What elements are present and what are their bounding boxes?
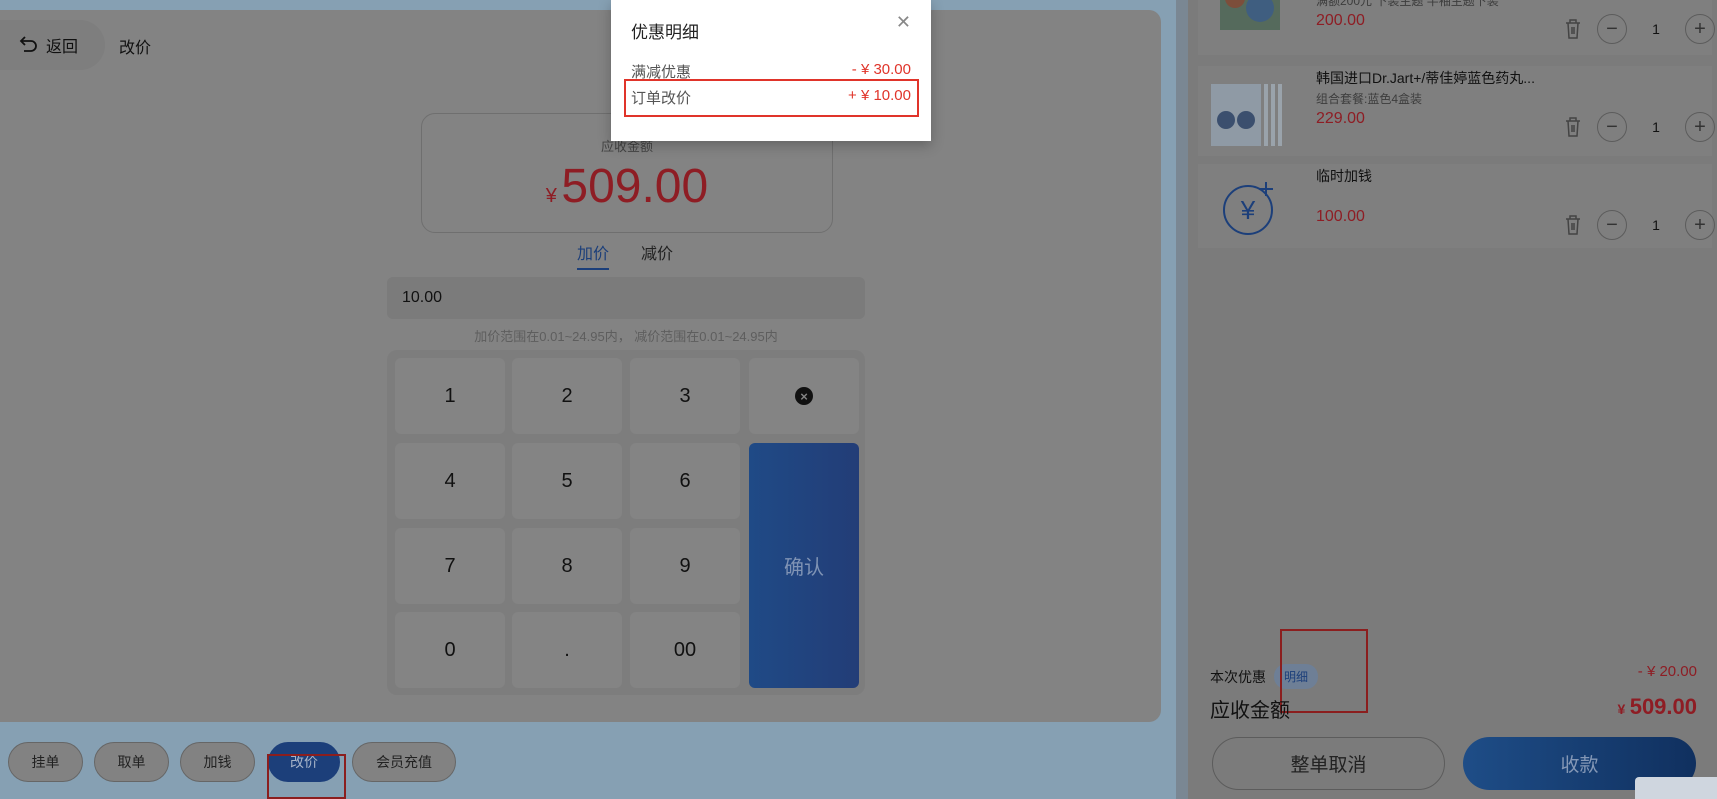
numeric-keypad: 1 2 3 × 4 5 6 7 8 9 0 . 00 确认 (387, 350, 865, 695)
back-label: 返回 (46, 39, 79, 56)
key-0[interactable]: 0 (395, 612, 505, 688)
member-recharge-button[interactable]: 会员充值 (352, 742, 456, 782)
key-9[interactable]: 9 (630, 528, 740, 604)
decrease-qty-button[interactable]: − (1597, 112, 1627, 142)
receivable-label: 应收金额 (1210, 700, 1290, 722)
back-button[interactable]: 返回 (0, 20, 105, 70)
cart-item: ¥ 临时加钱 100.00 − 1 + (1198, 164, 1715, 248)
price-change-panel: 返回 改价 应收金额 ¥ 509.00 加价 减价 10.00 加价范围在0.0… (0, 10, 1161, 722)
add-money-button[interactable]: 加钱 (180, 742, 255, 782)
amount-value: ¥ 509.00 (422, 159, 832, 214)
item-subtitle: 满额200元 下装主题 半袖主题下装 (1316, 0, 1499, 8)
tab-increase[interactable]: 加价 (577, 240, 610, 270)
trash-icon[interactable] (1563, 214, 1583, 236)
key-00[interactable]: 00 (630, 612, 740, 688)
receivable-currency: ¥ (1617, 701, 1626, 717)
adjust-amount-input[interactable]: 10.00 (387, 277, 865, 319)
item-subtitle: 组合套餐:蓝色4盒装 (1316, 92, 1423, 106)
bottom-action-bar: 挂单 取单 加钱 改价 会员充值 (0, 742, 1176, 799)
receivable-value: ¥ 509.00 (1617, 694, 1697, 720)
increase-qty-button[interactable]: + (1685, 112, 1715, 142)
detail-badge[interactable]: 明细 (1274, 664, 1319, 689)
back-arrow-icon (19, 36, 37, 52)
svg-text:¥: ¥ (1240, 195, 1256, 225)
receivable-number: 509.00 (1629, 694, 1697, 719)
trash-icon[interactable] (1563, 116, 1583, 138)
discount-row: 本次优惠 明细 (1210, 664, 1319, 689)
key-dot[interactable]: . (512, 612, 622, 688)
decrease-qty-button[interactable]: − (1597, 210, 1627, 240)
item-price: 100.00 (1316, 208, 1365, 225)
page-title: 改价 (119, 40, 152, 57)
item-qty: 1 (1652, 217, 1660, 233)
discount-value: - ¥ 20.00 (1637, 663, 1697, 680)
increase-qty-button[interactable]: + (1685, 210, 1715, 240)
cart-item: 满额200元 下装主题 半袖主题下装 200.00 − 1 + (1198, 0, 1715, 55)
key-7[interactable]: 7 (395, 528, 505, 604)
confirm-button[interactable]: 确认 (749, 443, 859, 688)
item-title: 临时加钱 (1316, 168, 1372, 184)
key-1[interactable]: 1 (395, 358, 505, 434)
retrieve-order-button[interactable]: 取单 (94, 742, 169, 782)
key-4[interactable]: 4 (395, 443, 505, 519)
key-8[interactable]: 8 (512, 528, 622, 604)
tab-decrease[interactable]: 减价 (641, 240, 673, 270)
item-qty: 1 (1652, 119, 1660, 135)
product-art-thumb (1220, 0, 1280, 30)
amount-number: 509.00 (561, 160, 709, 213)
discount-detail-modal: 优惠明细 ✕ 满减优惠 - ¥ 30.00 订单改价 + ¥ 10.00 (611, 0, 931, 141)
key-delete[interactable]: × (749, 358, 859, 434)
item-price: 200.00 (1316, 12, 1365, 29)
product-box-thumb (1211, 84, 1282, 146)
cart-item: 韩国进口Dr.Jart+/蒂佳婷蓝色药丸... 组合套餐:蓝色4盒装 229.0… (1198, 66, 1715, 156)
item-title: 韩国进口Dr.Jart+/蒂佳婷蓝色药丸... (1316, 70, 1535, 86)
highlight-frame (624, 79, 919, 117)
decrease-qty-button[interactable]: − (1597, 14, 1627, 44)
hold-order-button[interactable]: 挂单 (8, 742, 83, 782)
modal-title: 优惠明细 (631, 23, 699, 42)
yen-add-icon: ¥ (1223, 182, 1273, 235)
key-2[interactable]: 2 (512, 358, 622, 434)
cart-panel: 满额200元 下装主题 半袖主题下装 200.00 − 1 + 韩国进口Dr.J… (1188, 0, 1717, 799)
app-logo (1635, 777, 1717, 799)
key-3[interactable]: 3 (630, 358, 740, 434)
key-5[interactable]: 5 (512, 443, 622, 519)
item-price: 229.00 (1316, 110, 1365, 127)
increase-qty-button[interactable]: + (1685, 14, 1715, 44)
key-6[interactable]: 6 (630, 443, 740, 519)
left-stage: 返回 改价 应收金额 ¥ 509.00 加价 减价 10.00 加价范围在0.0… (0, 0, 1176, 799)
cancel-order-button[interactable]: 整单取消 (1212, 737, 1445, 790)
clear-icon: × (795, 387, 813, 405)
trash-icon[interactable] (1563, 18, 1583, 40)
amount-currency: ¥ (545, 185, 557, 207)
close-icon[interactable]: ✕ (896, 12, 911, 33)
item-qty: 1 (1652, 21, 1660, 37)
change-price-button[interactable]: 改价 (268, 742, 340, 782)
discount-label: 本次优惠 (1210, 668, 1266, 685)
adjust-tabs: 加价 减价 (577, 240, 673, 270)
range-hint: 加价范围在0.01~24.95内， 减价范围在0.01~24.95内 (474, 329, 778, 344)
